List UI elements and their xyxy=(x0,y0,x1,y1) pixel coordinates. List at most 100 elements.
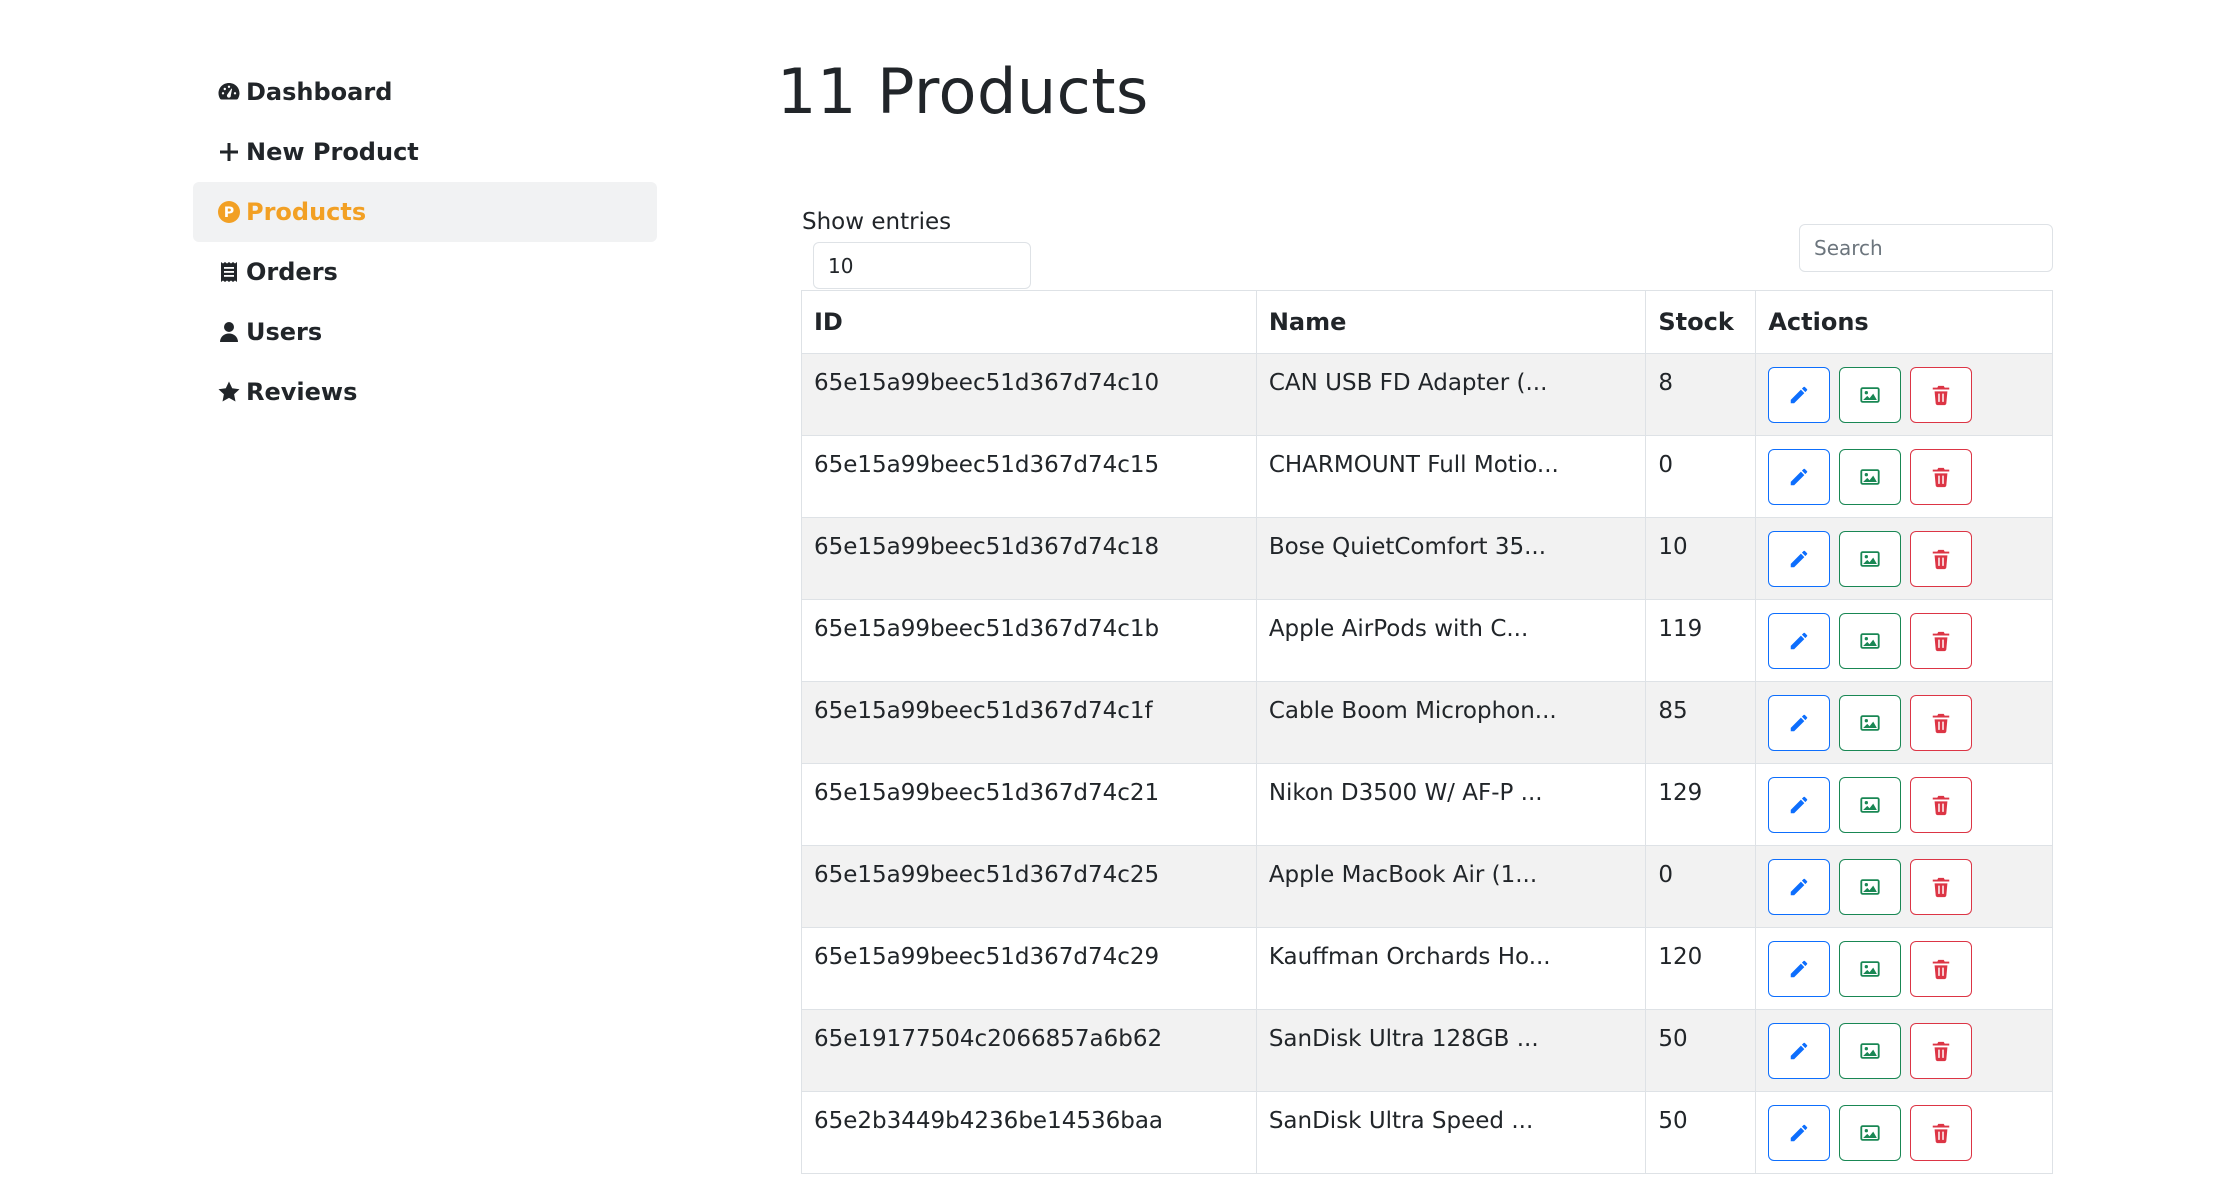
sidebar-item-label: New Product xyxy=(246,138,419,166)
table-row: 65e15a99beec51d367d74c29 Kauffman Orchard… xyxy=(801,927,2053,1010)
cell-name: Kauffman Orchards Ho... xyxy=(1255,927,1647,1010)
cell-id: 65e19177504c2066857a6b62 xyxy=(801,1009,1257,1092)
cell-name: SanDisk Ultra Speed ... xyxy=(1255,1091,1647,1174)
sidebar-item-label: Orders xyxy=(246,258,338,286)
cell-name: Apple MacBook Air (1... xyxy=(1255,845,1647,928)
image-icon xyxy=(1859,712,1881,734)
cell-name: CHARMOUNT Full Motio... xyxy=(1255,435,1647,518)
pencil-icon xyxy=(1788,712,1810,734)
trash-icon xyxy=(1930,630,1952,652)
cell-stock: 129 xyxy=(1645,763,1757,846)
pencil-icon xyxy=(1788,548,1810,570)
image-button[interactable] xyxy=(1839,1023,1902,1079)
pencil-icon xyxy=(1788,1122,1810,1144)
sidebar-item-reviews[interactable]: Reviews xyxy=(193,362,657,422)
delete-button[interactable] xyxy=(1910,777,1973,833)
delete-button[interactable] xyxy=(1910,367,1973,423)
image-button[interactable] xyxy=(1839,1105,1902,1161)
cell-id: 65e15a99beec51d367d74c10 xyxy=(801,353,1257,436)
delete-button[interactable] xyxy=(1910,695,1973,751)
cell-name: SanDisk Ultra 128GB ... xyxy=(1255,1009,1647,1092)
delete-button[interactable] xyxy=(1910,941,1973,997)
image-button[interactable] xyxy=(1839,859,1902,915)
trash-icon xyxy=(1930,712,1952,734)
sidebar-item-label: Reviews xyxy=(246,378,358,406)
table-row: 65e15a99beec51d367d74c1b Apple AirPods wi… xyxy=(801,599,2053,682)
pencil-icon xyxy=(1788,958,1810,980)
edit-button[interactable] xyxy=(1768,449,1831,505)
product-p-icon: P xyxy=(216,199,242,225)
table-row: 65e15a99beec51d367d74c25 Apple MacBook Ai… xyxy=(801,845,2053,928)
image-icon xyxy=(1859,548,1881,570)
sidebar-item-orders[interactable]: Orders xyxy=(193,242,657,302)
sidebar-item-label: Products xyxy=(246,198,367,226)
sidebar-item-products[interactable]: P Products xyxy=(193,182,657,242)
edit-button[interactable] xyxy=(1768,613,1831,669)
cell-stock: 0 xyxy=(1645,845,1757,928)
trash-icon xyxy=(1930,548,1952,570)
trash-icon xyxy=(1930,958,1952,980)
header-id[interactable]: ID xyxy=(801,290,1257,354)
edit-button[interactable] xyxy=(1768,367,1831,423)
trash-icon xyxy=(1930,876,1952,898)
pencil-icon xyxy=(1788,630,1810,652)
cell-actions xyxy=(1755,435,2053,518)
cell-actions xyxy=(1755,1091,2053,1174)
cell-id: 65e15a99beec51d367d74c25 xyxy=(801,845,1257,928)
delete-button[interactable] xyxy=(1910,1105,1973,1161)
image-icon xyxy=(1859,466,1881,488)
image-button[interactable] xyxy=(1839,449,1902,505)
sidebar-item-new-product[interactable]: New Product xyxy=(193,122,657,182)
trash-icon xyxy=(1930,384,1952,406)
image-icon xyxy=(1859,1122,1881,1144)
sidebar: Dashboard New Product P Products Orders … xyxy=(193,62,657,422)
cell-stock: 85 xyxy=(1645,681,1757,764)
search-input[interactable] xyxy=(1799,224,2053,272)
edit-button[interactable] xyxy=(1768,859,1831,915)
cell-id: 65e15a99beec51d367d74c21 xyxy=(801,763,1257,846)
cell-id: 65e15a99beec51d367d74c1f xyxy=(801,681,1257,764)
image-icon xyxy=(1859,794,1881,816)
header-actions: Actions xyxy=(1755,290,2053,354)
cell-stock: 120 xyxy=(1645,927,1757,1010)
edit-button[interactable] xyxy=(1768,1023,1831,1079)
sidebar-item-users[interactable]: Users xyxy=(193,302,657,362)
delete-button[interactable] xyxy=(1910,449,1973,505)
table-row: 65e15a99beec51d367d74c10 CAN USB FD Adapt… xyxy=(801,353,2053,436)
image-icon xyxy=(1859,630,1881,652)
image-button[interactable] xyxy=(1839,777,1902,833)
trash-icon xyxy=(1930,1040,1952,1062)
cell-actions xyxy=(1755,845,2053,928)
table-row: 65e15a99beec51d367d74c1f Cable Boom Micro… xyxy=(801,681,2053,764)
edit-button[interactable] xyxy=(1768,777,1831,833)
sidebar-item-dashboard[interactable]: Dashboard xyxy=(193,62,657,122)
edit-button[interactable] xyxy=(1768,531,1831,587)
image-button[interactable] xyxy=(1839,695,1902,751)
edit-button[interactable] xyxy=(1768,941,1831,997)
delete-button[interactable] xyxy=(1910,531,1973,587)
plus-icon xyxy=(216,139,242,165)
pencil-icon xyxy=(1788,876,1810,898)
image-button[interactable] xyxy=(1839,367,1902,423)
image-button[interactable] xyxy=(1839,613,1902,669)
cell-id: 65e15a99beec51d367d74c15 xyxy=(801,435,1257,518)
edit-button[interactable] xyxy=(1768,1105,1831,1161)
show-entries-input[interactable] xyxy=(813,242,1031,289)
delete-button[interactable] xyxy=(1910,613,1973,669)
delete-button[interactable] xyxy=(1910,859,1973,915)
cell-name: Apple AirPods with C... xyxy=(1255,599,1647,682)
edit-button[interactable] xyxy=(1768,695,1831,751)
image-button[interactable] xyxy=(1839,531,1902,587)
image-button[interactable] xyxy=(1839,941,1902,997)
delete-button[interactable] xyxy=(1910,1023,1973,1079)
cell-name: CAN USB FD Adapter (... xyxy=(1255,353,1647,436)
header-stock[interactable]: Stock xyxy=(1645,290,1757,354)
table-row: 65e15a99beec51d367d74c21 Nikon D3500 W/ A… xyxy=(801,763,2053,846)
cell-actions xyxy=(1755,517,2053,600)
pencil-icon xyxy=(1788,794,1810,816)
sidebar-item-label: Dashboard xyxy=(246,78,393,106)
cell-actions xyxy=(1755,763,2053,846)
header-name[interactable]: Name xyxy=(1255,290,1647,354)
cell-id: 65e15a99beec51d367d74c1b xyxy=(801,599,1257,682)
table-row: 65e15a99beec51d367d74c15 CHARMOUNT Full M… xyxy=(801,435,2053,518)
